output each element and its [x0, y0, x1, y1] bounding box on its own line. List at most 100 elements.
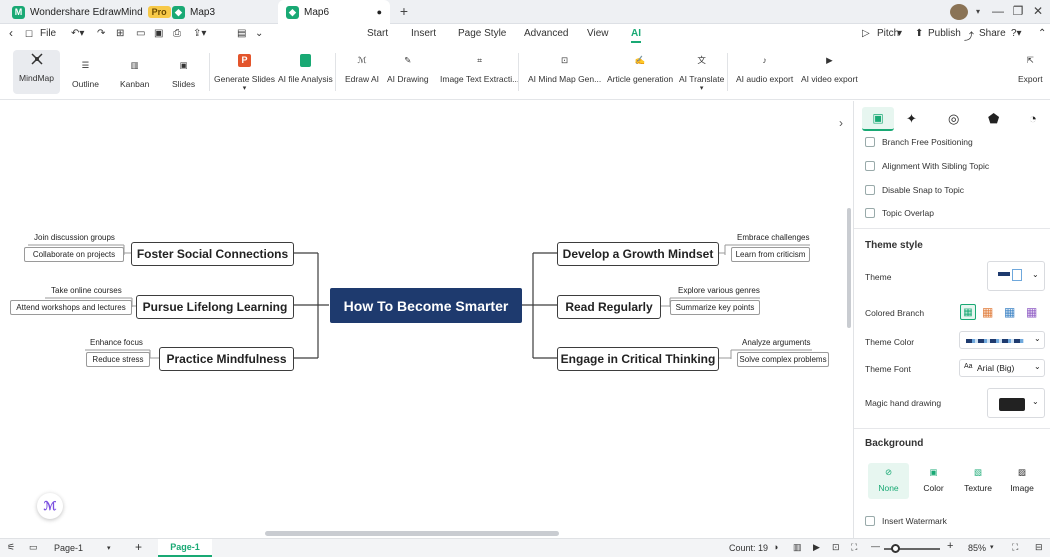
- pages-icon[interactable]: ▭: [29, 542, 38, 553]
- ai-assistant-icon[interactable]: ℳ: [37, 493, 63, 519]
- export-quick-icon[interactable]: ⇪▾: [193, 28, 206, 39]
- print-icon[interactable]: ⎙: [173, 28, 181, 39]
- back-icon[interactable]: ‹: [9, 26, 13, 40]
- ai-video-export-button[interactable]: ▶ AI video export: [801, 51, 858, 85]
- view-mindmap[interactable]: MindMap: [13, 50, 60, 94]
- zoom-level[interactable]: 85%: [968, 543, 986, 553]
- collapse-panel-icon[interactable]: ›: [839, 116, 843, 130]
- bg-texture-option[interactable]: ▧ Texture: [960, 463, 996, 499]
- topic-overlap-checkbox[interactable]: Topic Overlap: [865, 208, 934, 218]
- more-icon[interactable]: ⌄: [255, 28, 263, 39]
- share-icon[interactable]: ⤴: [964, 28, 974, 43]
- subtopic[interactable]: Solve complex problems: [737, 352, 829, 367]
- app-tab[interactable]: M Wondershare EdrawMind Pro: [4, 0, 179, 24]
- marker-tab-icon[interactable]: ◎: [948, 111, 959, 127]
- close-icon[interactable]: ✕: [1030, 4, 1046, 18]
- subtopic[interactable]: Collaborate on projects: [24, 247, 124, 262]
- mindmap-canvas[interactable]: How To Become Smarter Foster Social Conn…: [0, 101, 838, 538]
- topic-develop-growth-mindset[interactable]: Develop a Growth Mindset: [557, 242, 719, 266]
- fullscreen-icon[interactable]: ⛶: [851, 542, 857, 553]
- topic-practice-mindfulness[interactable]: Practice Mindfulness: [159, 347, 294, 371]
- ai-drawing-button[interactable]: ✎ AI Drawing: [387, 51, 429, 85]
- horizontal-scrollbar[interactable]: [265, 531, 559, 536]
- theme-font-dropdown[interactable]: Aa Arial (Big) ⌄: [959, 359, 1045, 377]
- open-icon[interactable]: ▭: [136, 28, 145, 39]
- collapse-icon[interactable]: ⊟: [1035, 542, 1043, 553]
- view-outline[interactable]: ☰ Outline: [72, 56, 99, 90]
- subtopic[interactable]: Join discussion groups: [34, 233, 115, 242]
- branch-free-positioning-checkbox[interactable]: Branch Free Positioning: [865, 137, 973, 147]
- tab-map3[interactable]: ◆ Map3: [164, 0, 223, 24]
- avatar[interactable]: [950, 4, 968, 20]
- theme-dropdown[interactable]: ⌄: [987, 261, 1045, 291]
- minimize-icon[interactable]: —: [990, 4, 1006, 18]
- chevron-down-icon[interactable]: ▾: [897, 28, 902, 39]
- chevron-down-icon[interactable]: ▾: [990, 543, 994, 551]
- play-icon[interactable]: ▶: [813, 542, 820, 553]
- fit-icon[interactable]: ⊡: [832, 542, 840, 553]
- undo-icon[interactable]: ↶▾: [71, 28, 84, 39]
- export-button[interactable]: ⇱ Export: [1018, 51, 1043, 85]
- topic-engage-critical-thinking[interactable]: Engage in Critical Thinking: [557, 347, 719, 371]
- central-topic[interactable]: How To Become Smarter: [330, 288, 522, 323]
- branch-color-option-icon[interactable]: ▦: [960, 304, 976, 320]
- share-button[interactable]: Share: [979, 28, 1006, 39]
- menu-insert[interactable]: Insert: [411, 28, 436, 39]
- subtopic[interactable]: Enhance focus: [90, 338, 143, 347]
- view-slides[interactable]: ▣ Slides: [172, 56, 195, 90]
- add-page-icon[interactable]: +: [135, 540, 142, 554]
- ai-mind-map-gen-button[interactable]: ⊡ AI Mind Map Gen...: [528, 51, 601, 85]
- ai-audio-export-button[interactable]: ♪ AI audio export: [736, 51, 793, 84]
- ai-translate-button[interactable]: 文 AI Translate ▾: [679, 51, 724, 92]
- subtopic[interactable]: Learn from criticism: [731, 247, 810, 262]
- menu-advanced[interactable]: Advanced: [524, 28, 568, 39]
- ai-style-tab-icon[interactable]: ✦: [906, 111, 917, 127]
- disable-snap-checkbox[interactable]: Disable Snap to Topic: [865, 185, 964, 195]
- zoom-slider-handle[interactable]: [891, 544, 900, 553]
- menu-page-style[interactable]: Page Style: [458, 28, 506, 39]
- publish-icon[interactable]: ⬆: [915, 28, 923, 39]
- branch-color-option-icon[interactable]: ▦: [982, 305, 993, 319]
- new-icon[interactable]: ⊞: [116, 28, 124, 39]
- bg-image-option[interactable]: ▨ Image: [1004, 463, 1040, 499]
- new-tab-icon[interactable]: +: [396, 3, 412, 19]
- insert-watermark-checkbox[interactable]: Insert Watermark: [865, 516, 947, 526]
- filter-icon[interactable]: ⚟: [7, 542, 15, 553]
- branch-color-option-icon[interactable]: ▦: [1004, 305, 1015, 319]
- history-tab-icon[interactable]: ◔: [1029, 111, 1037, 126]
- format-tab-icon[interactable]: ▣: [862, 107, 894, 131]
- pitch-button[interactable]: Pitch: [877, 28, 899, 39]
- chevron-down-icon[interactable]: ▾: [970, 7, 986, 16]
- restore-icon[interactable]: ❐: [1010, 4, 1026, 18]
- page-tab[interactable]: Page-1: [158, 539, 212, 557]
- subtopic[interactable]: Analyze arguments: [742, 338, 810, 347]
- magic-hand-dropdown[interactable]: ⌄: [987, 388, 1045, 418]
- file-menu-icon[interactable]: ☐: [25, 29, 33, 40]
- publish-button[interactable]: Publish: [928, 28, 961, 39]
- collapse-ribbon-icon[interactable]: ⌃: [1038, 28, 1046, 39]
- template-icon[interactable]: ▤: [237, 28, 246, 39]
- menu-ai[interactable]: AI: [631, 28, 641, 43]
- article-generation-button[interactable]: ✍ Article generation: [607, 51, 673, 85]
- subtopic[interactable]: Embrace challenges: [737, 233, 809, 242]
- zoom-out-icon[interactable]: —: [871, 541, 880, 551]
- theme-color-dropdown[interactable]: ⌄: [959, 331, 1045, 349]
- bg-none-option[interactable]: ⊘ None: [868, 463, 909, 499]
- vertical-scrollbar[interactable]: [847, 208, 851, 328]
- bg-color-option[interactable]: ▣ Color: [917, 463, 950, 499]
- image-text-extraction-button[interactable]: ⌗ Image Text Extracti...: [440, 51, 519, 85]
- file-menu[interactable]: File: [40, 28, 56, 39]
- subtopic[interactable]: Take online courses: [51, 286, 122, 295]
- columns-icon[interactable]: ▥: [793, 542, 802, 553]
- subtopic[interactable]: Reduce stress: [86, 352, 150, 367]
- branch-color-option-icon[interactable]: ▦: [1026, 305, 1037, 319]
- unsaved-dot-icon[interactable]: ●: [377, 7, 382, 17]
- pitch-icon[interactable]: ▷: [862, 28, 870, 39]
- theme-mode-icon[interactable]: ◑: [773, 542, 778, 552]
- badge-tab-icon[interactable]: ⬟: [988, 111, 999, 127]
- edraw-ai-button[interactable]: ℳ Edraw AI: [345, 51, 379, 85]
- help-icon[interactable]: ?▾: [1011, 28, 1022, 39]
- view-kanban[interactable]: ▥ Kanban: [120, 56, 149, 90]
- expand-icon[interactable]: ⛶: [1012, 542, 1018, 553]
- ai-file-analysis-button[interactable]: AI file Analysis: [278, 51, 333, 84]
